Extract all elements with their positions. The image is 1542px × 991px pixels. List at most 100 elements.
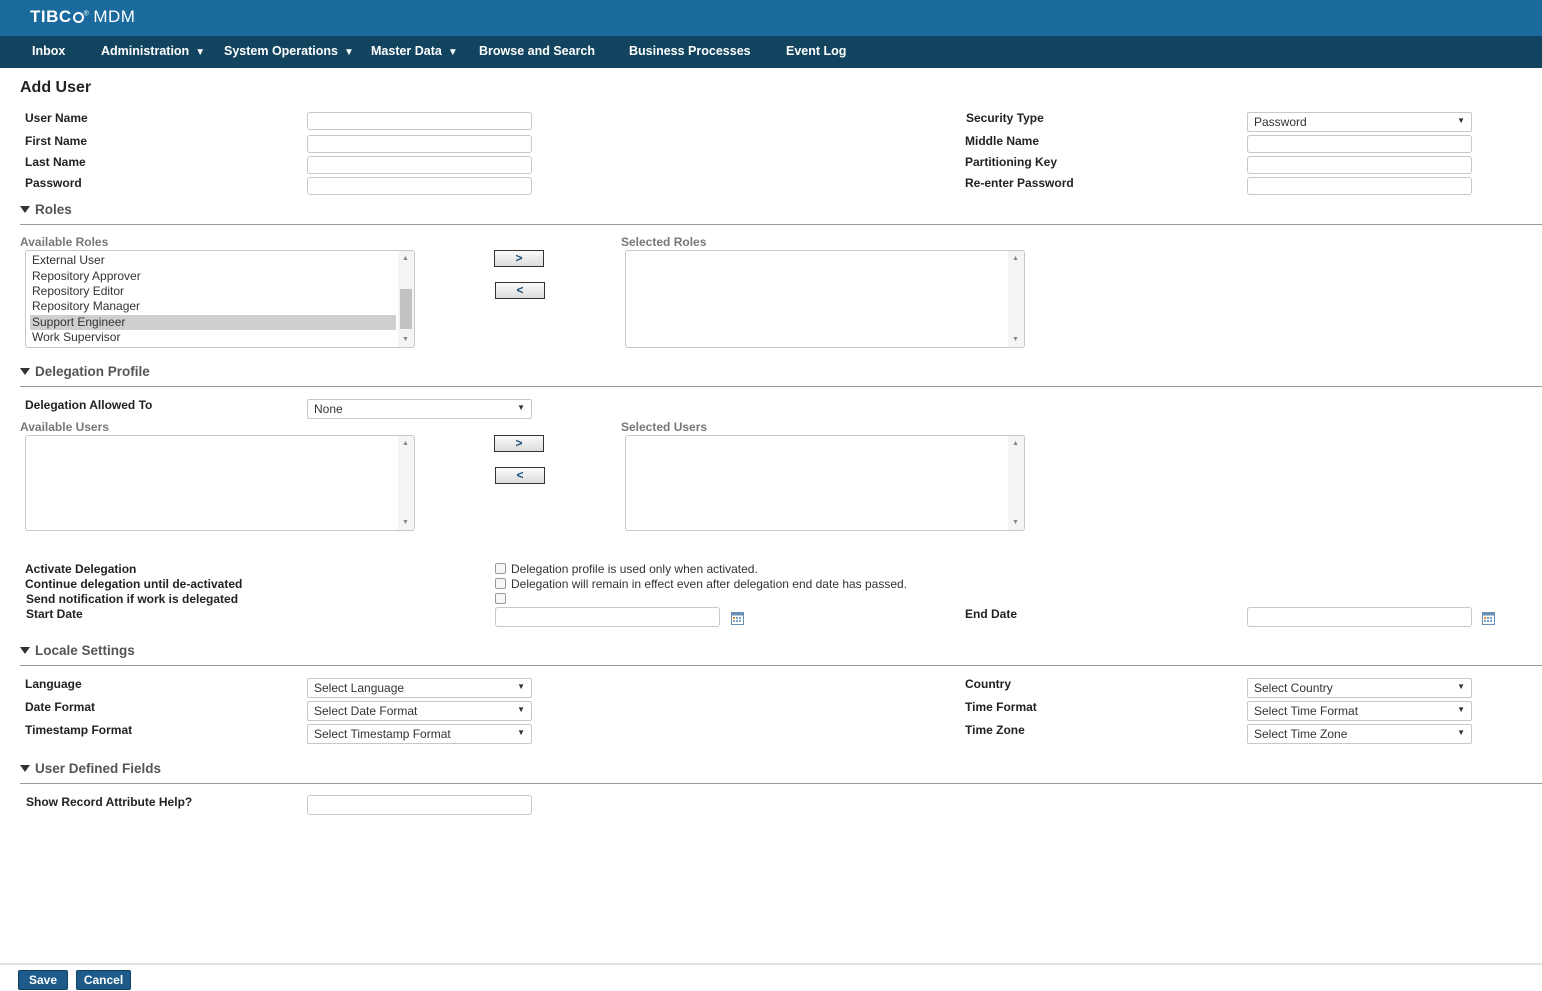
continue-delegation-desc: Delegation will remain in effect even af… <box>511 577 908 591</box>
security-type-select[interactable]: Password ▼ <box>1247 112 1472 132</box>
last-name-input[interactable] <box>307 156 532 174</box>
collapse-triangle-icon <box>20 765 30 772</box>
scroll-down-icon[interactable]: ▼ <box>402 336 409 343</box>
nav-administration[interactable]: Administration ▼ <box>101 44 205 58</box>
nav-inbox[interactable]: Inbox <box>32 44 65 58</box>
user-name-input[interactable] <box>307 112 532 130</box>
chevron-down-icon: ▼ <box>1457 116 1465 125</box>
date-format-select[interactable]: Select Date Format ▼ <box>307 701 532 721</box>
nav-system-operations-label: System Operations <box>224 44 338 58</box>
scroll-down-icon[interactable]: ▼ <box>1012 336 1019 343</box>
chevron-down-icon: ▼ <box>1457 728 1465 737</box>
start-date-label: Start Date <box>26 607 83 621</box>
scroll-up-icon[interactable]: ▲ <box>402 255 409 262</box>
chevron-down-icon: ▼ <box>195 47 206 58</box>
chevron-down-icon: ▼ <box>1457 705 1465 714</box>
list-item[interactable]: Work Supervisor <box>30 330 396 345</box>
calendar-icon[interactable] <box>1482 612 1495 625</box>
send-notification-checkbox[interactable] <box>495 593 506 604</box>
scrollbar[interactable]: ▲ ▼ <box>1008 251 1024 347</box>
continue-delegation-label: Continue delegation until de-activated <box>25 577 243 591</box>
nav-browse-search[interactable]: Browse and Search <box>479 44 595 58</box>
password-input[interactable] <box>307 177 532 195</box>
activate-delegation-checkbox[interactable] <box>495 563 506 574</box>
selected-users-list[interactable]: ▲ ▼ <box>625 435 1025 531</box>
activate-delegation-label: Activate Delegation <box>25 562 137 576</box>
selected-roles-label: Selected Roles <box>621 235 707 249</box>
scroll-thumb[interactable] <box>400 289 412 329</box>
footer-divider <box>0 963 1542 965</box>
collapse-triangle-icon <box>20 368 30 375</box>
list-item[interactable]: Repository Editor <box>30 284 396 299</box>
available-users-list[interactable]: ▲ ▼ <box>25 435 415 531</box>
time-zone-value: Select Time Zone <box>1254 727 1348 741</box>
partitioning-key-input[interactable] <box>1247 156 1472 174</box>
list-item[interactable]: Repository Manager <box>30 299 396 314</box>
scroll-up-icon[interactable]: ▲ <box>1012 255 1019 262</box>
time-format-select[interactable]: Select Time Format ▼ <box>1247 701 1472 721</box>
scrollbar[interactable]: ▲ ▼ <box>398 251 414 347</box>
date-format-label: Date Format <box>25 700 96 714</box>
nav-business-processes[interactable]: Business Processes <box>629 44 751 58</box>
chevron-down-icon: ▼ <box>517 728 525 737</box>
scroll-up-icon[interactable]: ▲ <box>1012 440 1019 447</box>
add-role-button[interactable]: > <box>494 250 544 267</box>
timestamp-format-value: Select Timestamp Format <box>314 727 451 741</box>
nav-administration-label: Administration <box>101 44 190 58</box>
scroll-up-icon[interactable]: ▲ <box>402 440 409 447</box>
list-item[interactable]: External User <box>30 253 396 268</box>
middle-name-input[interactable] <box>1247 135 1472 153</box>
reenter-password-input[interactable] <box>1247 177 1472 195</box>
first-name-input[interactable] <box>307 135 532 153</box>
scrollbar[interactable]: ▲ ▼ <box>1008 436 1024 530</box>
calendar-icon[interactable] <box>731 612 744 625</box>
selected-users-label: Selected Users <box>621 420 708 434</box>
delegation-allowed-select[interactable]: None ▼ <box>307 399 532 419</box>
delegation-heading: Delegation Profile <box>35 364 150 379</box>
nav-event-log[interactable]: Event Log <box>786 44 846 58</box>
locale-divider <box>20 665 1542 666</box>
registered-mark: ® <box>83 10 90 18</box>
list-item-selected[interactable]: Support Engineer <box>30 315 396 330</box>
available-roles-list[interactable]: External User Repository Approver Reposi… <box>25 250 415 348</box>
nav-browse-search-label: Browse and Search <box>479 44 596 58</box>
save-button[interactable]: Save <box>18 970 68 990</box>
remove-user-button[interactable]: < <box>495 467 545 484</box>
roles-divider <box>20 224 1542 225</box>
remove-role-button[interactable]: < <box>495 282 545 299</box>
timestamp-format-select[interactable]: Select Timestamp Format ▼ <box>307 724 532 744</box>
security-type-label: Security Type <box>966 111 1044 125</box>
add-user-button[interactable]: > <box>494 435 544 452</box>
nav-master-data[interactable]: Master Data ▼ <box>371 44 458 58</box>
selected-roles-list[interactable]: ▲ ▼ <box>625 250 1025 348</box>
start-date-input[interactable] <box>495 607 720 627</box>
udf-section-toggle[interactable]: User Defined Fields <box>20 761 161 776</box>
language-select[interactable]: Select Language ▼ <box>307 678 532 698</box>
roles-heading: Roles <box>35 202 72 217</box>
nav-system-operations[interactable]: System Operations ▼ <box>224 44 354 58</box>
chevron-down-icon: ▼ <box>447 47 458 58</box>
time-zone-label: Time Zone <box>965 723 1025 737</box>
activate-delegation-desc: Delegation profile is used only when act… <box>511 562 758 576</box>
continue-delegation-checkbox[interactable] <box>495 578 506 589</box>
scroll-down-icon[interactable]: ▼ <box>1012 519 1019 526</box>
end-date-label: End Date <box>965 607 1018 621</box>
middle-name-label: Middle Name <box>965 134 1040 148</box>
time-format-label: Time Format <box>965 700 1037 714</box>
end-date-input[interactable] <box>1247 607 1472 627</box>
roles-section-toggle[interactable]: Roles <box>20 202 72 217</box>
time-zone-select[interactable]: Select Time Zone ▼ <box>1247 724 1472 744</box>
nav-event-log-label: Event Log <box>786 44 847 58</box>
cancel-button[interactable]: Cancel <box>76 970 131 990</box>
delegation-section-toggle[interactable]: Delegation Profile <box>20 364 150 379</box>
collapse-triangle-icon <box>20 206 30 213</box>
scrollbar[interactable]: ▲ ▼ <box>398 436 414 530</box>
udf-heading: User Defined Fields <box>35 761 162 776</box>
scroll-down-icon[interactable]: ▼ <box>402 519 409 526</box>
list-item[interactable]: Repository Approver <box>30 269 396 284</box>
page-title: Add User <box>20 79 92 96</box>
locale-section-toggle[interactable]: Locale Settings <box>20 643 135 658</box>
locale-heading: Locale Settings <box>35 643 135 658</box>
country-select[interactable]: Select Country ▼ <box>1247 678 1472 698</box>
show-help-input[interactable] <box>307 795 532 815</box>
